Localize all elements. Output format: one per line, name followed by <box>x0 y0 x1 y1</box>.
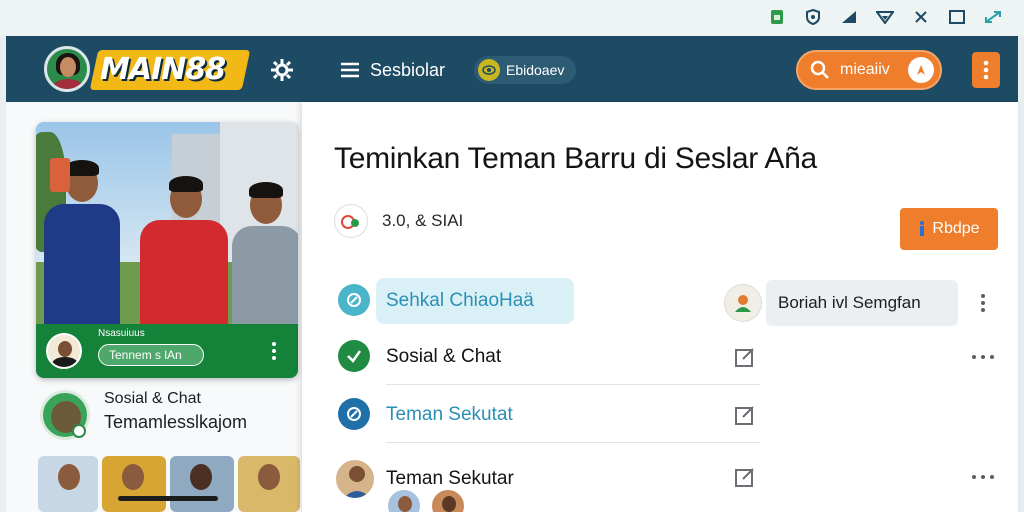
status-bar <box>0 0 1024 36</box>
search-label: mieaiiv <box>840 61 890 78</box>
search-button[interactable]: mieaiiv <box>796 50 942 90</box>
profile-name: Sosial & Chat <box>104 390 201 407</box>
gear-icon <box>271 59 293 81</box>
more-horizontal-icon[interactable] <box>972 352 994 362</box>
sync-icon <box>338 284 370 316</box>
menu-button[interactable]: Sesbiolar <box>340 56 445 84</box>
overflow-menu-button[interactable] <box>972 52 1000 88</box>
list-item[interactable]: Teman Sekutat <box>334 392 774 443</box>
edit-icon[interactable] <box>734 466 756 488</box>
compass-icon <box>338 398 370 430</box>
hero-footer: Nsasuiuus Tennem s lAn <box>36 324 298 378</box>
avatar[interactable] <box>430 488 466 512</box>
hero-card[interactable]: Nsasuiuus Tennem s lAn <box>36 122 298 378</box>
contact-label: Boriah ivl Semgfan <box>766 280 958 326</box>
list-item-label: Sosial & Chat <box>386 346 502 367</box>
avatar[interactable] <box>386 488 422 512</box>
thumbnail[interactable] <box>102 456 166 512</box>
left-column: Nsasuiuus Tennem s lAn Sosial & Chat Tem… <box>6 102 302 512</box>
list-item-label: Teman Sekutar <box>386 468 514 489</box>
filter-chip[interactable]: Ebidoaev <box>474 56 577 84</box>
edit-icon[interactable] <box>734 346 756 368</box>
top-app-bar: MAIN88 Sesbiolar Ebidoaev mieaiiv <box>6 36 1018 102</box>
contact-icon <box>724 284 762 322</box>
meta-row: 3.0, & SIAI <box>334 204 463 238</box>
thumbnail-strip <box>38 456 300 512</box>
profile-row[interactable]: Sosial & Chat Temamlesslkajom <box>38 388 300 448</box>
close-icon[interactable] <box>912 9 930 25</box>
edit-icon[interactable] <box>734 404 756 426</box>
list-item-label: Sehkal ChiaoHaä <box>386 290 534 311</box>
brand-logo[interactable]: MAIN88 <box>100 52 226 87</box>
thumbnail[interactable] <box>170 456 234 512</box>
more-vertical-icon <box>983 60 989 80</box>
page-title: Teminkan Teman Barru di Seslar Aña <box>334 142 817 175</box>
more-horizontal-icon[interactable] <box>972 472 994 482</box>
check-icon <box>338 340 370 372</box>
avatar-group <box>386 488 466 512</box>
eye-icon <box>478 59 500 81</box>
online-badge <box>72 424 86 438</box>
hamburger-icon <box>341 62 359 78</box>
user-avatar[interactable] <box>44 46 90 92</box>
signal-icon <box>840 9 858 25</box>
more-vertical-icon[interactable] <box>978 292 988 314</box>
contact-chip[interactable]: Boriah ivl Semgfan <box>724 280 958 326</box>
scroll-indicator[interactable] <box>118 496 218 501</box>
thumbnail[interactable] <box>38 456 98 512</box>
shield-icon <box>804 9 822 25</box>
expand-icon[interactable] <box>984 9 1002 25</box>
sim-icon <box>768 9 786 25</box>
menu-label: Sesbiolar <box>370 59 446 80</box>
wifi-icon <box>876 9 894 25</box>
window-icon[interactable] <box>948 9 966 25</box>
divider <box>386 442 760 443</box>
status-icon <box>334 204 368 238</box>
list-item-label: Teman Sekutat <box>386 404 513 425</box>
action-button-label: Rbdpe <box>932 220 980 237</box>
main-panel: Teminkan Teman Barru di Seslar Aña 3.0, … <box>302 102 1018 512</box>
info-icon <box>920 221 925 236</box>
meta-text: 3.0, & SIAI <box>382 211 464 230</box>
profile-subtitle: Temamlesslkajom <box>104 412 248 432</box>
search-icon <box>810 60 829 79</box>
hero-caption: Nsasuiuus <box>98 328 145 339</box>
send-icon[interactable] <box>908 57 934 83</box>
list-item[interactable]: Sosial & Chat <box>334 334 774 385</box>
divider <box>386 384 760 385</box>
status-icons <box>768 9 1002 25</box>
list-item[interactable]: Sehkal ChiaoHaä <box>334 278 594 328</box>
hero-chip[interactable]: Tennem s lAn <box>98 344 204 366</box>
avatar <box>334 458 376 500</box>
thumbnail[interactable] <box>238 456 300 512</box>
settings-button[interactable] <box>268 56 296 84</box>
chip-label: Ebidoaev <box>506 62 565 78</box>
action-button[interactable]: Rbdpe <box>900 208 998 250</box>
more-vertical-icon[interactable] <box>268 340 280 362</box>
avatar[interactable] <box>46 333 82 369</box>
